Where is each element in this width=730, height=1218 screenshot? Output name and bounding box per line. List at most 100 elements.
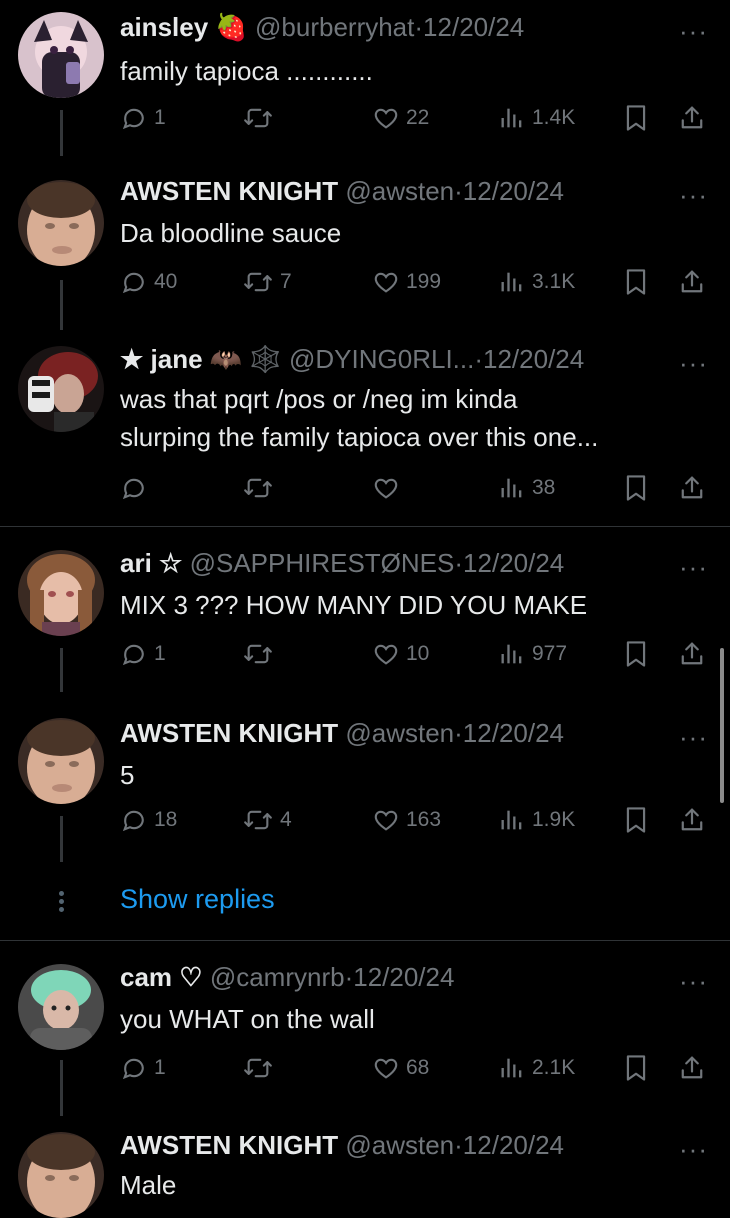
like-button[interactable]: 163 [372, 802, 441, 838]
tweet[interactable]: cam ♡ @camrynrb·12/20/24 ··· you WHAT on… [0, 956, 730, 1116]
like-button[interactable]: 10 [372, 636, 429, 672]
display-name[interactable]: AWSTEN KNIGHT [120, 1130, 338, 1160]
repost-icon [242, 474, 274, 502]
share-button[interactable] [678, 1050, 706, 1086]
views-button[interactable]: 1.9K [498, 802, 575, 838]
repost-button[interactable]: 7 [242, 264, 292, 300]
repost-button[interactable] [242, 1050, 280, 1086]
reply-icon [120, 474, 148, 502]
more-options-icon[interactable]: ··· [679, 724, 708, 750]
display-name[interactable]: AWSTEN KNIGHT [120, 718, 338, 748]
bookmark-button[interactable] [622, 802, 650, 838]
show-replies-link[interactable]: Show replies [120, 884, 275, 915]
bookmark-button[interactable] [622, 100, 650, 136]
repost-button[interactable] [242, 100, 280, 136]
handle[interactable]: @awsten [345, 1130, 454, 1160]
avatar[interactable] [18, 180, 104, 266]
reply-icon [120, 806, 148, 834]
share-button[interactable] [678, 802, 706, 838]
reply-button[interactable]: 1 [120, 100, 166, 136]
views-button[interactable]: 3.1K [498, 264, 575, 300]
avatar[interactable] [18, 346, 104, 432]
bookmark-icon [622, 639, 650, 669]
share-button[interactable] [678, 264, 706, 300]
repost-icon [242, 640, 274, 668]
reply-button[interactable]: 1 [120, 636, 166, 672]
timestamp[interactable]: 12/20/24 [463, 1130, 564, 1160]
reply-button[interactable]: 40 [120, 264, 177, 300]
like-button[interactable]: 68 [372, 1050, 429, 1086]
repost-button[interactable] [242, 636, 280, 672]
more-options-icon[interactable]: ··· [679, 1136, 708, 1162]
reply-icon [120, 1054, 148, 1082]
views-icon [498, 104, 526, 132]
views-button[interactable]: 2.1K [498, 1050, 575, 1086]
tweet[interactable]: ari ☆ @SAPPHIRESTØNES·12/20/24 ··· MIX 3… [0, 542, 730, 692]
tweet[interactable]: ★ jane 🦇 🕸️ @DYING0RLI...·12/20/24 ··· w… [0, 338, 730, 518]
share-button[interactable] [678, 100, 706, 136]
reply-button[interactable]: 1 [120, 1050, 166, 1086]
display-name[interactable]: AWSTEN KNIGHT [120, 176, 338, 206]
handle[interactable]: @awsten [345, 718, 454, 748]
views-count: 1.9K [532, 808, 576, 831]
handle[interactable]: @DYING0RLI... [289, 344, 474, 374]
replies-count: 18 [154, 808, 178, 831]
avatar[interactable] [18, 718, 104, 804]
timestamp[interactable]: 12/20/24 [423, 12, 524, 42]
reply-button[interactable] [120, 470, 154, 506]
more-options-icon[interactable]: ··· [679, 968, 708, 994]
likes-count: 22 [406, 106, 430, 129]
repost-button[interactable] [242, 470, 280, 506]
more-options-icon[interactable]: ··· [679, 350, 708, 376]
timestamp[interactable]: 12/20/24 [463, 718, 564, 748]
handle[interactable]: @SAPPHIRESTØNES [190, 548, 455, 578]
share-button[interactable] [678, 470, 706, 506]
tweet[interactable]: ainsley 🍓 @burberryhat·12/20/24 ··· fami… [0, 6, 730, 156]
tweet[interactable]: AWSTEN KNIGHT @awsten·12/20/24 ··· 5 18 4… [0, 712, 730, 862]
share-icon [678, 473, 706, 503]
thread-line [60, 280, 63, 330]
avatar[interactable] [18, 550, 104, 636]
views-button[interactable]: 977 [498, 636, 567, 672]
timestamp[interactable]: 12/20/24 [353, 962, 454, 992]
separator [0, 940, 730, 941]
handle[interactable]: @burberryhat [255, 12, 414, 42]
strawberry-emoji-icon: 🍓 [215, 12, 248, 42]
scrollbar[interactable] [720, 648, 724, 803]
bookmark-button[interactable] [622, 1050, 650, 1086]
like-button[interactable] [372, 470, 406, 506]
display-name[interactable]: ★ jane [120, 344, 203, 374]
views-count: 1.4K [532, 106, 576, 129]
tweet-text: MIX 3 ??? HOW MANY DID YOU MAKE [120, 590, 588, 620]
handle[interactable]: @awsten [345, 176, 454, 206]
repost-button[interactable]: 4 [242, 802, 292, 838]
timestamp[interactable]: 12/20/24 [463, 548, 564, 578]
handle[interactable]: @camrynrb [210, 962, 345, 992]
like-button[interactable]: 22 [372, 100, 429, 136]
reply-icon [120, 268, 148, 296]
display-name[interactable]: ari ☆ [120, 548, 182, 578]
tweet[interactable]: AWSTEN KNIGHT @awsten·12/20/24 ··· Da bl… [0, 170, 730, 330]
display-name[interactable]: ainsley [120, 12, 208, 42]
timestamp[interactable]: 12/20/24 [483, 344, 584, 374]
share-button[interactable] [678, 636, 706, 672]
tweet[interactable]: AWSTEN KNIGHT @awsten·12/20/24 ··· Male [0, 1124, 730, 1218]
share-icon [678, 103, 706, 133]
bookmark-button[interactable] [622, 264, 650, 300]
bookmark-button[interactable] [622, 636, 650, 672]
views-button[interactable]: 38 [498, 470, 555, 506]
views-count: 38 [532, 476, 556, 499]
display-name[interactable]: cam ♡ [120, 962, 203, 992]
views-button[interactable]: 1.4K [498, 100, 575, 136]
avatar[interactable] [18, 1132, 104, 1218]
more-options-icon[interactable]: ··· [679, 18, 708, 44]
avatar[interactable] [18, 12, 104, 98]
more-options-icon[interactable]: ··· [679, 182, 708, 208]
timestamp[interactable]: 12/20/24 [463, 176, 564, 206]
avatar[interactable] [18, 964, 104, 1050]
bookmark-button[interactable] [622, 470, 650, 506]
like-button[interactable]: 199 [372, 264, 441, 300]
more-options-icon[interactable]: ··· [679, 554, 708, 580]
reply-button[interactable]: 18 [120, 802, 177, 838]
share-icon [678, 805, 706, 835]
